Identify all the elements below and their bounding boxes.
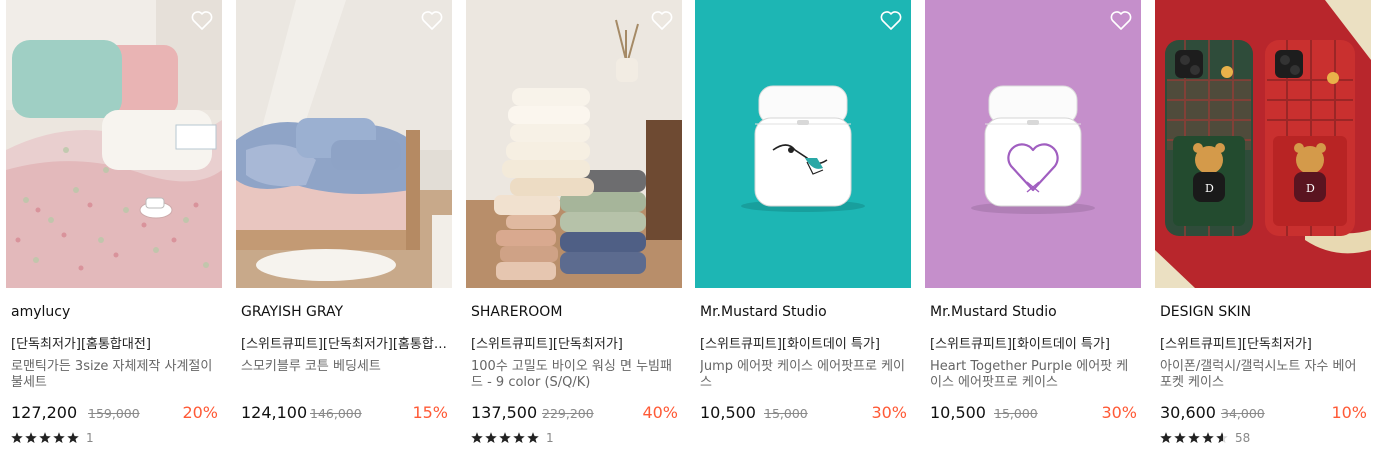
- sale-price: 137,500: [471, 403, 538, 422]
- discount-rate: 15%: [412, 403, 448, 422]
- product-card[interactable]: SHAREROOM [스위트큐피트][단독최저가] 100수 고밀도 바이오 워…: [466, 0, 682, 467]
- review-count: 1: [546, 431, 554, 445]
- promo-tag: [단독최저가][홈통합대전]: [11, 337, 151, 352]
- wishlist-heart-icon[interactable]: [1109, 9, 1133, 31]
- product-card[interactable]: amylucy [단독최저가][홈통합대전] 로맨틱가든 3size 자체제작 …: [6, 0, 222, 467]
- rating: 1: [471, 431, 554, 445]
- original-price: 15,000: [764, 406, 808, 421]
- original-price: 159,000: [88, 406, 140, 421]
- discount-rate: 40%: [642, 403, 678, 422]
- original-price: 15,000: [994, 406, 1038, 421]
- wishlist-heart-icon[interactable]: [420, 9, 444, 31]
- sale-price: 10,500: [930, 403, 986, 422]
- rating: 1: [11, 431, 94, 445]
- discount-rate: 20%: [182, 403, 218, 422]
- wishlist-heart-icon[interactable]: [650, 9, 674, 31]
- product-card[interactable]: D D DESIGN SKIN [스위트큐피트][단독최저가] 아이폰/갤럭시/…: [1155, 0, 1371, 467]
- promo-tag: [스위트큐피트][단독최저가][홈통합대전]: [241, 337, 447, 352]
- product-image[interactable]: [466, 0, 682, 288]
- svg-text:D: D: [1306, 182, 1315, 195]
- rating: 58: [1160, 431, 1250, 445]
- product-image[interactable]: [6, 0, 222, 288]
- promo-tag: [스위트큐피트][단독최저가]: [471, 337, 623, 352]
- discount-rate: 30%: [1101, 403, 1137, 422]
- brand-name[interactable]: amylucy: [11, 304, 70, 320]
- brand-name[interactable]: SHAREROOM: [471, 304, 562, 320]
- product-title[interactable]: 아이폰/갤럭시/갤럭시노트 자수 베어 포켓 케이스: [1160, 359, 1370, 391]
- brand-name[interactable]: Mr.Mustard Studio: [700, 304, 827, 320]
- promo-tag: [스위트큐피트][단독최저가]: [1160, 337, 1312, 352]
- product-image[interactable]: [695, 0, 911, 288]
- discount-rate: 10%: [1331, 403, 1367, 422]
- product-title[interactable]: 100수 고밀도 바이오 워싱 면 누빔패드 - 9 color (S/Q/K): [471, 359, 681, 391]
- discount-rate: 30%: [871, 403, 907, 422]
- product-image[interactable]: [925, 0, 1141, 288]
- star-rating-icon: [471, 432, 541, 444]
- product-title[interactable]: 스모키블루 코튼 베딩세트: [241, 359, 451, 375]
- product-title[interactable]: Heart Together Purple 에어팟 케이스 에어팟프로 케이스: [930, 359, 1140, 391]
- brand-name[interactable]: GRAYISH GRAY: [241, 304, 343, 320]
- wishlist-heart-icon[interactable]: [879, 9, 903, 31]
- product-grid: amylucy [단독최저가][홈통합대전] 로맨틱가든 3size 자체제작 …: [0, 0, 1384, 467]
- sale-price: 10,500: [700, 403, 756, 422]
- review-count: 1: [86, 431, 94, 445]
- product-image[interactable]: [236, 0, 452, 288]
- sale-price: 30,600: [1160, 403, 1216, 422]
- original-price: 34,000: [1221, 406, 1265, 421]
- promo-tag: [스위트큐피트][화이트데이 특가]: [930, 337, 1110, 352]
- sale-price: 124,100: [241, 403, 308, 422]
- original-price: 146,000: [310, 406, 362, 421]
- star-rating-icon: [11, 432, 81, 444]
- original-price: 229,200: [542, 406, 594, 421]
- product-title[interactable]: 로맨틱가든 3size 자체제작 사계절이불세트: [11, 359, 221, 391]
- review-count: 58: [1235, 431, 1251, 445]
- brand-name[interactable]: DESIGN SKIN: [1160, 304, 1251, 320]
- product-card[interactable]: Mr.Mustard Studio [스위트큐피트][화이트데이 특가] Jum…: [695, 0, 911, 467]
- product-card[interactable]: Mr.Mustard Studio [스위트큐피트][화이트데이 특가] Hea…: [925, 0, 1141, 467]
- promo-tag: [스위트큐피트][화이트데이 특가]: [700, 337, 880, 352]
- product-title[interactable]: Jump 에어팟 케이스 에어팟프로 케이스: [700, 359, 910, 391]
- svg-text:D: D: [1205, 182, 1214, 195]
- wishlist-heart-icon[interactable]: [190, 9, 214, 31]
- sale-price: 127,200: [11, 403, 78, 422]
- product-image[interactable]: D D: [1155, 0, 1371, 288]
- product-card[interactable]: GRAYISH GRAY [스위트큐피트][단독최저가][홈통합대전] 스모키블…: [236, 0, 452, 467]
- star-rating-icon: [1160, 432, 1230, 444]
- brand-name[interactable]: Mr.Mustard Studio: [930, 304, 1057, 320]
